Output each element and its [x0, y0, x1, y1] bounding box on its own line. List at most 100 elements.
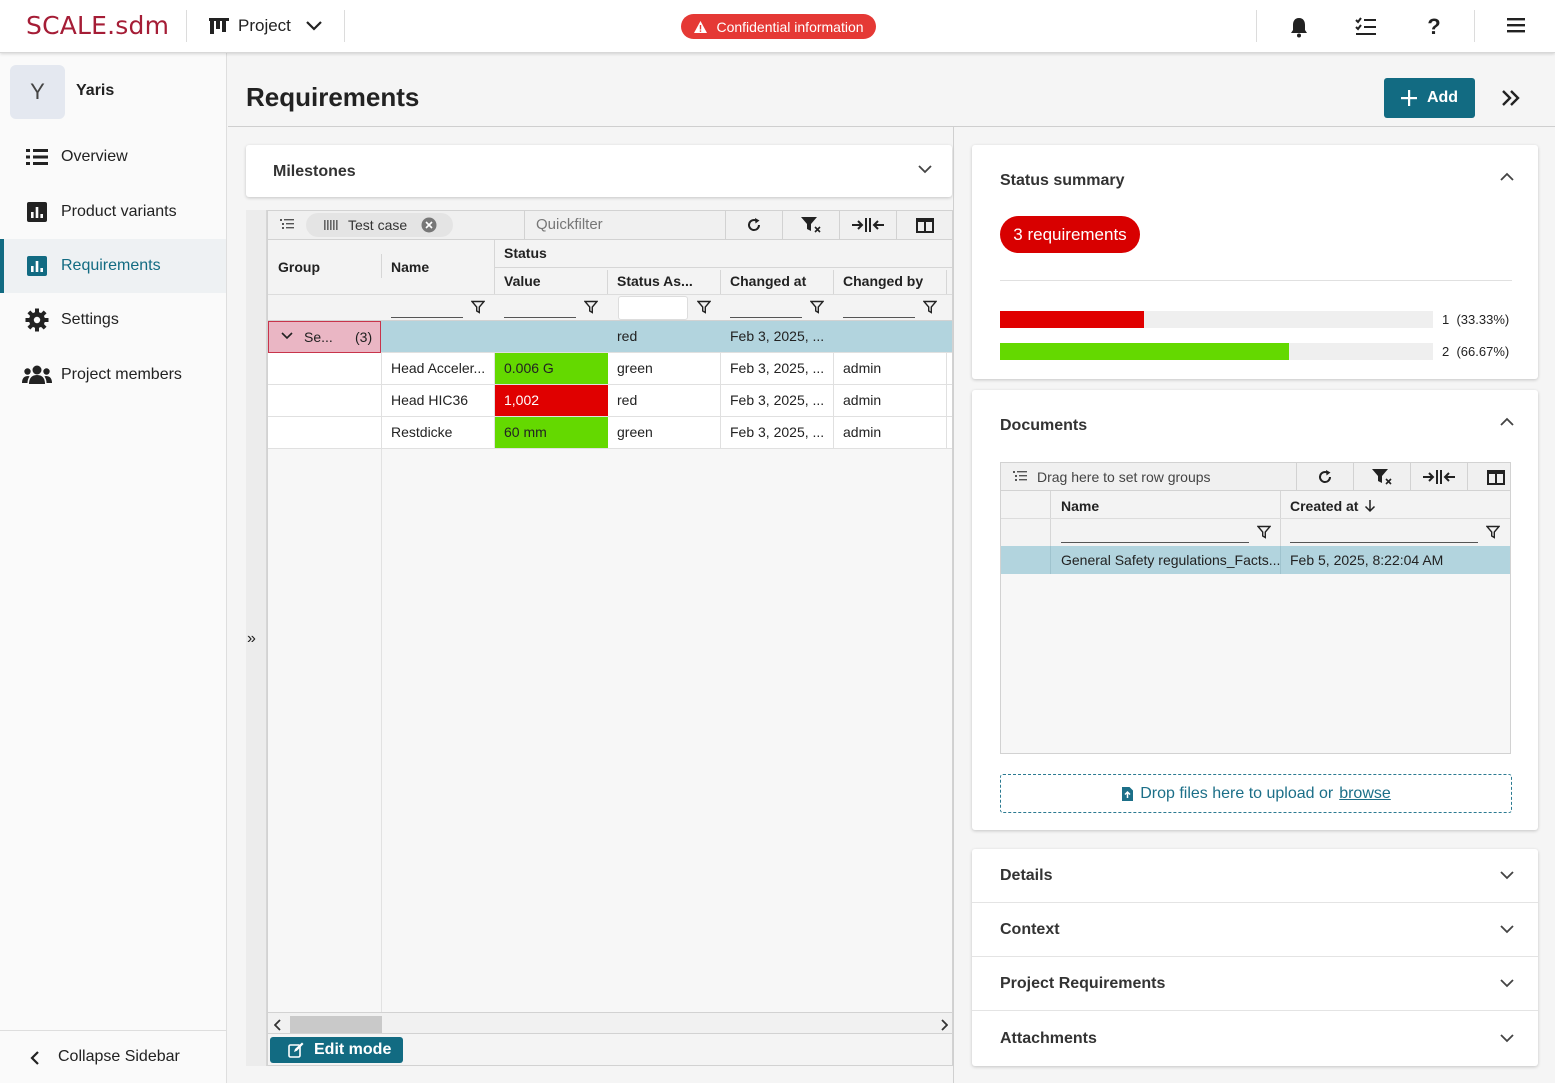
chevron-down-icon[interactable]: [918, 165, 932, 174]
sidebar-item-label: Overview: [61, 148, 128, 165]
chevron-down-icon: [1500, 925, 1514, 934]
project-avatar[interactable]: Y: [10, 65, 65, 119]
status-bar-red[interactable]: [1000, 311, 1433, 328]
menu-icon[interactable]: [1503, 12, 1529, 38]
project-menu-label: Project: [238, 16, 291, 35]
milestones-panel[interactable]: Milestones: [246, 145, 952, 197]
browse-link[interactable]: browse: [1339, 785, 1391, 803]
column-header-created-at[interactable]: Created at: [1290, 498, 1376, 514]
group-chip-test-case[interactable]: Test case: [306, 213, 453, 237]
sidebar-item-product-variants[interactable]: Product variants: [0, 185, 226, 239]
autosize-columns-button[interactable]: [839, 211, 896, 239]
column-header-changed-at[interactable]: Changed at: [730, 273, 806, 289]
file-drop-zone[interactable]: Drop files here to upload or browse: [1000, 774, 1512, 813]
accordion-context[interactable]: Context: [972, 903, 1538, 957]
column-header-name[interactable]: Name: [1061, 498, 1099, 514]
sidebar-item-requirements[interactable]: Requirements: [0, 239, 226, 293]
created-at-filter-input[interactable]: [1290, 542, 1478, 543]
horizontal-scrollbar[interactable]: [268, 1012, 952, 1033]
name-filter-input[interactable]: [1061, 542, 1249, 543]
refresh-button[interactable]: [725, 211, 782, 239]
columns-panel-button[interactable]: [1467, 463, 1510, 491]
row-name: Restdicke: [382, 417, 495, 448]
changed-at-filter-input[interactable]: [730, 317, 802, 318]
status-bar-fill: [1000, 343, 1289, 360]
group-name: Se...: [304, 329, 333, 345]
app-logo[interactable]: SCALE.sdm: [26, 11, 169, 40]
grid-side-toggle[interactable]: »: [246, 210, 267, 1066]
row-group-zone[interactable]: Test case: [268, 211, 525, 239]
status-bar-green[interactable]: [1000, 343, 1433, 360]
filter-icon[interactable]: [697, 300, 711, 314]
scroll-right-icon[interactable]: [940, 1019, 948, 1031]
table-row[interactable]: Restdicke 60 mm green Feb 3, 2025, ... a…: [268, 417, 952, 449]
sidebar-item-project-members[interactable]: Project members: [0, 348, 226, 402]
edit-mode-button[interactable]: Edit mode: [270, 1037, 403, 1063]
sidebar-item-settings[interactable]: Settings: [0, 293, 226, 347]
filter-icon[interactable]: [923, 300, 937, 314]
filter-icon[interactable]: [1486, 525, 1500, 539]
scroll-left-icon[interactable]: [274, 1019, 282, 1031]
sidebar-item-overview[interactable]: Overview: [0, 130, 226, 184]
task-list-icon[interactable]: [1353, 14, 1379, 40]
add-button[interactable]: Add: [1384, 78, 1475, 118]
requirements-count-badge[interactable]: 3 requirements: [1000, 216, 1140, 253]
table-row[interactable]: General Safety regulations_Facts... Feb …: [1001, 546, 1510, 574]
status-bar-count: 1: [1442, 312, 1450, 327]
table-row[interactable]: Head Acceler... 0.006 G green Feb 3, 202…: [268, 353, 952, 385]
double-chevron-right-icon: »: [247, 630, 256, 647]
divider: [1000, 280, 1512, 281]
divider: [186, 10, 187, 42]
status-assessment-filter-input[interactable]: [618, 296, 688, 320]
quickfilter-input[interactable]: Quickfilter: [536, 216, 603, 233]
value-filter-input[interactable]: [504, 317, 576, 318]
table-row[interactable]: Head HIC36 1,002 red Feb 3, 2025, ... ad…: [268, 385, 952, 417]
group-cell[interactable]: Se... (3): [268, 321, 381, 353]
chevron-down-icon[interactable]: [281, 332, 293, 340]
pane-divider[interactable]: [953, 127, 954, 1083]
filter-clear-icon: [800, 216, 822, 234]
grid-footer: Edit mode: [267, 1034, 953, 1066]
page-header: Requirements Add: [228, 54, 1555, 127]
file-upload-icon: [1121, 786, 1134, 802]
sidebar-item-label: Requirements: [61, 257, 161, 274]
group-count: (3): [355, 329, 373, 345]
column-header-status-assessment[interactable]: Status As...: [617, 273, 693, 289]
clear-filters-button[interactable]: [1353, 463, 1410, 491]
column-header-name[interactable]: Name: [391, 259, 429, 275]
filter-icon[interactable]: [1257, 525, 1271, 539]
collapse-sidebar-button[interactable]: Collapse Sidebar: [0, 1030, 226, 1083]
accordion-attachments[interactable]: Attachments: [972, 1012, 1538, 1066]
column-header-value[interactable]: Value: [504, 273, 541, 289]
edit-icon: [288, 1042, 304, 1058]
column-header-changed-by[interactable]: Changed by: [843, 273, 923, 289]
scrollbar-thumb[interactable]: [290, 1016, 382, 1033]
clear-filters-button[interactable]: [782, 211, 839, 239]
filter-icon[interactable]: [810, 300, 824, 314]
refresh-button[interactable]: [1296, 463, 1353, 491]
accordion-project-requirements[interactable]: Project Requirements: [972, 957, 1538, 1011]
project-menu-button[interactable]: Project: [208, 10, 323, 42]
bell-icon[interactable]: [1286, 14, 1312, 40]
group-changed-at: Feb 3, 2025, ...: [730, 328, 825, 344]
chevron-up-icon[interactable]: [1500, 417, 1514, 426]
changed-by-filter-input[interactable]: [843, 317, 915, 318]
filter-icon[interactable]: [584, 300, 598, 314]
name-filter-input[interactable]: [391, 317, 463, 318]
autosize-columns-button[interactable]: [1410, 463, 1467, 491]
requirements-grid: Test case Quickfilter Group Name Status …: [267, 210, 953, 1034]
column-separator: [833, 270, 834, 294]
column-header-group[interactable]: Group: [278, 259, 320, 275]
row-group-drop-zone[interactable]: Drag here to set row groups: [1037, 469, 1211, 485]
group-row[interactable]: Se... (3) red Feb 3, 2025, ...: [268, 321, 952, 353]
chevron-up-icon[interactable]: [1500, 172, 1514, 181]
chevron-down-icon: [1500, 1034, 1514, 1043]
fit-columns-icon: [1423, 470, 1455, 484]
accordion-details[interactable]: Details: [972, 849, 1538, 903]
double-chevron-right-icon[interactable]: [1500, 88, 1524, 112]
filter-icon[interactable]: [471, 300, 485, 314]
columns-panel-button[interactable]: [896, 211, 952, 239]
documents-panel: Documents Drag here to set row groups Na…: [972, 390, 1538, 830]
remove-chip-icon[interactable]: [421, 217, 437, 233]
help-icon[interactable]: ?: [1421, 14, 1447, 40]
